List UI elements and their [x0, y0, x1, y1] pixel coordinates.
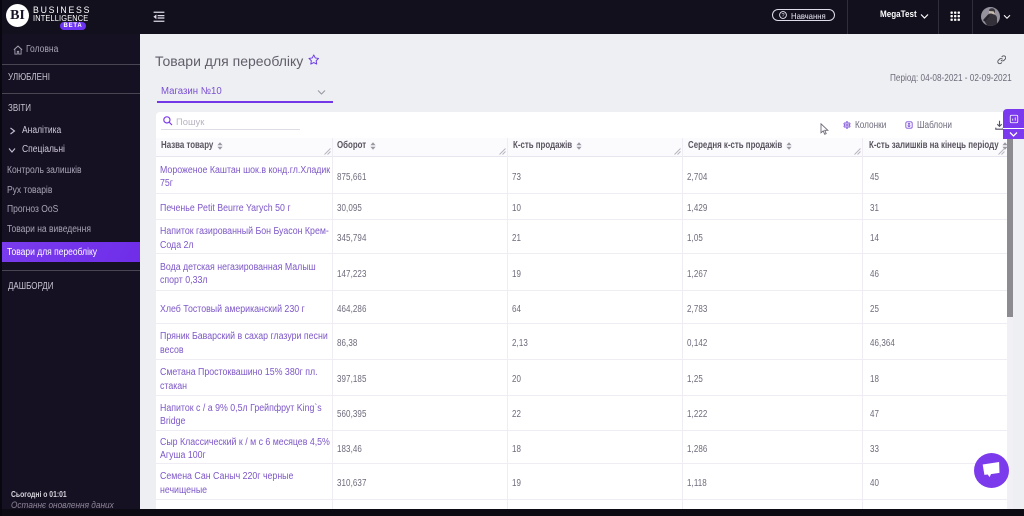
svg-text:?: ?	[781, 13, 784, 19]
